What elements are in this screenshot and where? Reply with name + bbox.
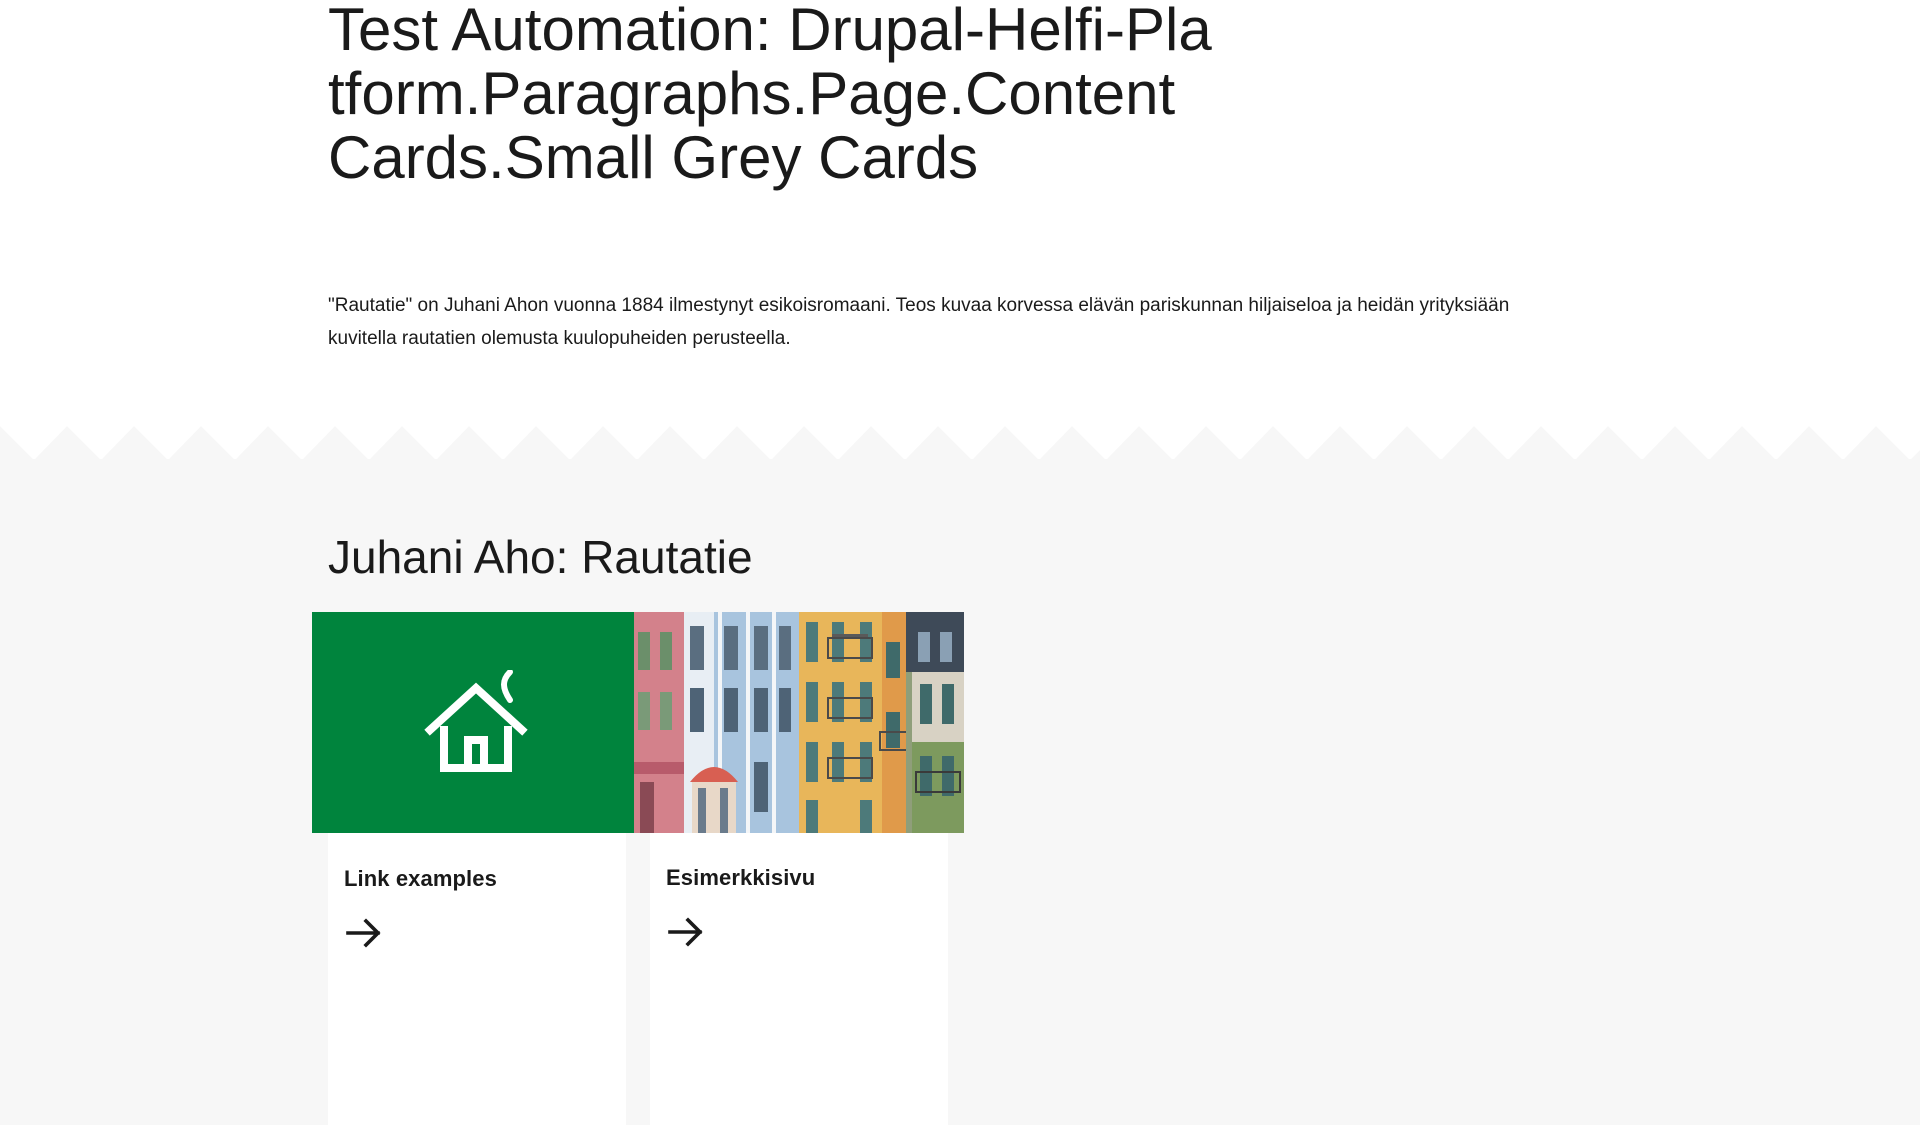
house-icon <box>424 670 528 772</box>
page-header-area: Test Automation: Drupal-Helfi-Platform.P… <box>0 0 1920 426</box>
arrow-right-icon[interactable] <box>666 916 706 948</box>
page-title: Test Automation: Drupal-Helfi-Platform.P… <box>328 0 1212 191</box>
building-facades-image <box>634 612 964 833</box>
zigzag-divider <box>0 426 1920 460</box>
card-image[interactable] <box>634 612 964 833</box>
lead-paragraph: "Rautatie" on Juhani Ahon vuonna 1884 il… <box>328 295 1510 349</box>
card-title[interactable]: Esimerkkisivu <box>666 864 815 892</box>
card-image[interactable] <box>312 612 634 833</box>
arrow-right-icon[interactable] <box>344 917 384 949</box>
content-cards-title: Juhani Aho: Rautatie <box>328 531 753 583</box>
card-title[interactable]: Link examples <box>344 865 497 893</box>
page: Test Automation: Drupal-Helfi-Platform.P… <box>0 0 1920 1125</box>
